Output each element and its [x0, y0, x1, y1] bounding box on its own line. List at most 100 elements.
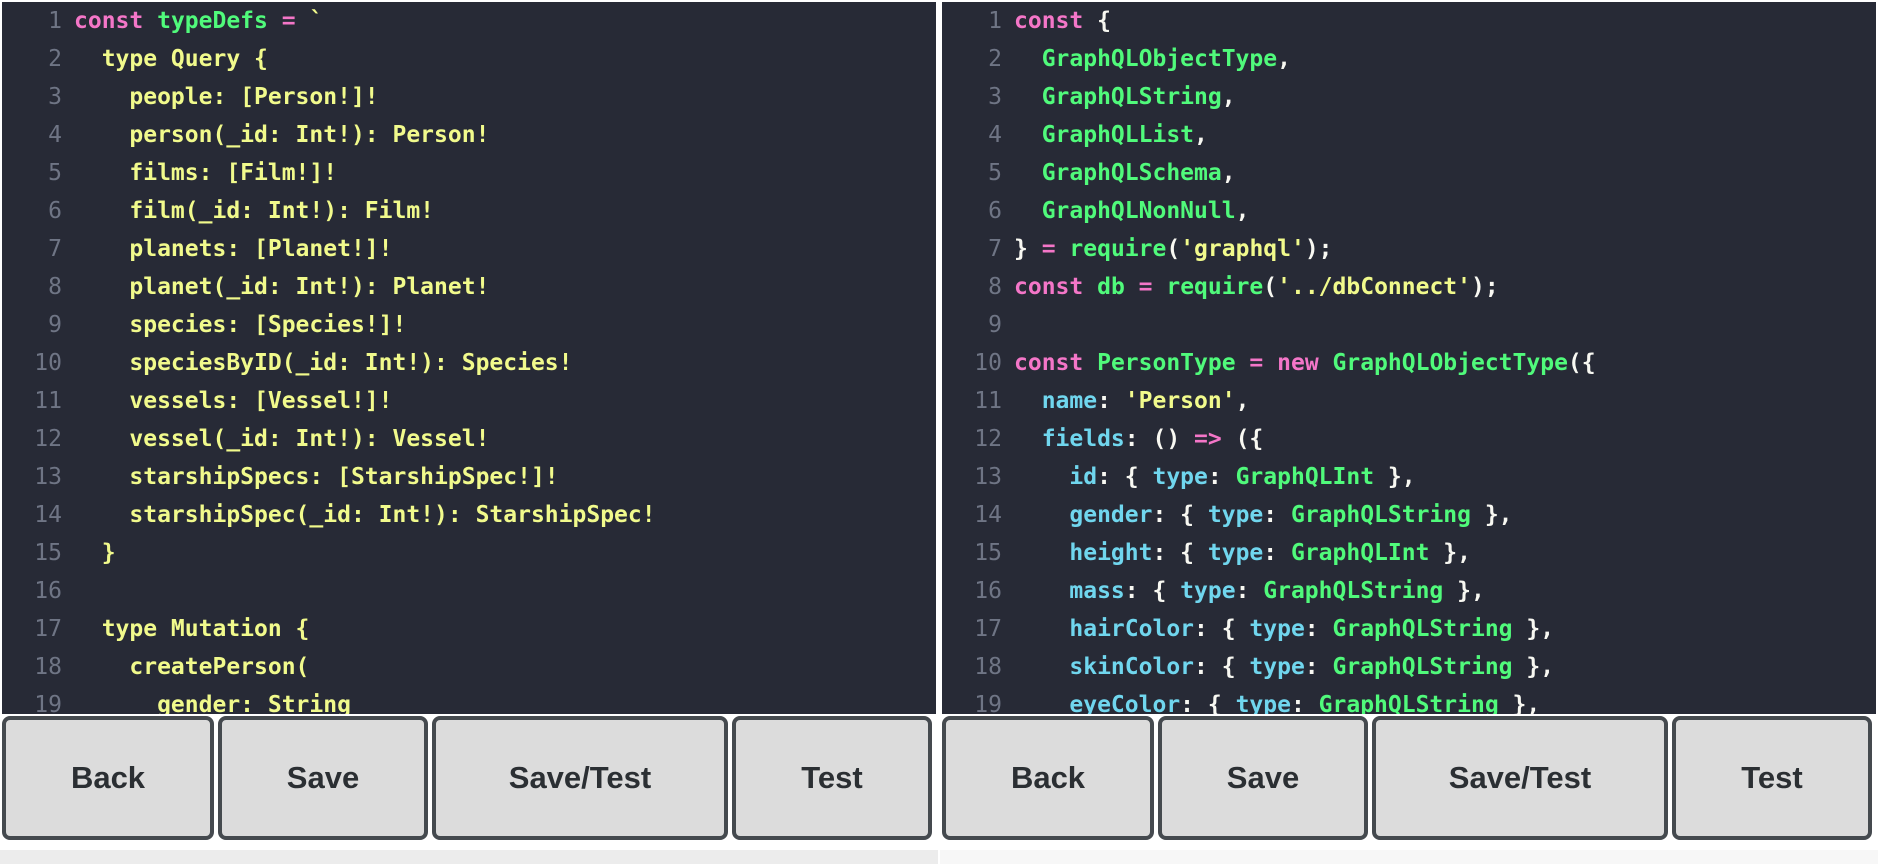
code-token: type — [1207, 502, 1264, 528]
code-line: 8 planet(_id: Int!): Planet! — [2, 268, 936, 306]
code-token: GraphQLString — [1332, 616, 1513, 642]
code-text: GraphQLList, — [1002, 116, 1208, 154]
code-text: GraphQLSchema, — [1002, 154, 1236, 192]
code-text: speciesByID(_id: Int!): Species! — [62, 344, 572, 382]
line-number: 6 — [48, 198, 62, 224]
left-test-button[interactable]: Test — [732, 716, 932, 840]
line-number: 10 — [974, 350, 1002, 376]
code-token: type Mutation { — [74, 616, 310, 642]
right-save-test-button[interactable]: Save/Test — [1372, 716, 1668, 840]
code-line: 12 vessel(_id: Int!): Vessel! — [2, 420, 936, 458]
line-number: 9 — [988, 312, 1002, 338]
line-number: 4 — [988, 122, 1002, 148]
code-token: , — [1194, 122, 1208, 148]
code-token: : — [1097, 388, 1125, 414]
code-token: gender: String — [74, 692, 351, 714]
code-token: planets: [Planet!]! — [74, 236, 393, 262]
code-line: 2 type Query { — [2, 40, 936, 78]
code-text: GraphQLString, — [1002, 78, 1236, 116]
line-number: 11 — [34, 388, 62, 414]
code-line: 16 — [2, 572, 936, 610]
line-number: 12 — [974, 426, 1002, 452]
code-text: createPerson( — [62, 648, 309, 686]
code-line: 5 GraphQLSchema, — [942, 154, 1876, 192]
code-token: film(_id: Int!): Film! — [74, 198, 435, 224]
code-token: const — [1014, 8, 1098, 34]
code-line: 16 mass: { type: GraphQLString }, — [942, 572, 1876, 610]
code-token: , — [1235, 198, 1250, 224]
code-token: => — [1194, 426, 1222, 452]
code-text: type Mutation { — [62, 610, 310, 648]
code-token: require — [1069, 236, 1167, 262]
code-line: 11 vessels: [Vessel!]! — [2, 382, 936, 420]
code-line: 7 planets: [Planet!]! — [2, 230, 936, 268]
code-text: skinColor: { type: GraphQLString }, — [1002, 648, 1554, 686]
right-code-editor[interactable]: 1 const {2 GraphQLObjectType, 3 GraphQLStr… — [942, 2, 1876, 714]
code-text: vessel(_id: Int!): Vessel! — [62, 420, 489, 458]
code-token: vessels: [Vessel!]! — [74, 388, 393, 414]
code-token: starshipSpecs: [StarshipSpec!]! — [74, 464, 559, 490]
line-number: 9 — [48, 312, 62, 338]
code-token: films: [Film!]! — [74, 160, 338, 186]
code-line: 19 gender: String — [2, 686, 936, 714]
code-token: , — [1277, 46, 1291, 72]
code-text: } = require('graphql'); — [1002, 230, 1333, 268]
code-token: type — [1235, 692, 1291, 714]
code-token: ); — [1471, 274, 1499, 300]
left-back-button[interactable]: Back — [2, 716, 214, 840]
code-token: }, — [1374, 464, 1416, 490]
code-token: require — [1166, 274, 1264, 300]
line-number: 13 — [974, 464, 1002, 490]
code-line: 14 gender: { type: GraphQLString }, — [942, 496, 1876, 534]
code-token: const — [74, 8, 158, 34]
code-token: const — [1014, 274, 1098, 300]
code-token: , — [1221, 160, 1236, 186]
right-pane: 1 const {2 GraphQLObjectType, 3 GraphQLStr… — [940, 0, 1878, 864]
line-number: 8 — [48, 274, 62, 300]
code-token: : — [1207, 464, 1236, 490]
code-text: id: { type: GraphQLInt }, — [1002, 458, 1416, 496]
code-text: species: [Species!]! — [62, 306, 406, 344]
code-line: 13 id: { type: GraphQLInt }, — [942, 458, 1876, 496]
code-token: ` — [309, 8, 324, 34]
code-token: ({ — [1221, 426, 1264, 452]
code-token: = — [1124, 274, 1167, 300]
code-token: '../dbConnect' — [1277, 274, 1472, 300]
right-test-button[interactable]: Test — [1672, 716, 1872, 840]
code-text: fields: () => ({ — [1002, 420, 1264, 458]
code-line: 15 } — [2, 534, 936, 572]
code-token: name — [1014, 388, 1098, 414]
left-save-test-button[interactable]: Save/Test — [432, 716, 728, 840]
line-number: 2 — [988, 46, 1002, 72]
code-line: 2 GraphQLObjectType, — [942, 40, 1876, 78]
left-save-button[interactable]: Save — [218, 716, 428, 840]
line-number: 3 — [988, 84, 1002, 110]
left-code-editor[interactable]: 1 const typeDefs = ` 2 type Query {3 peopl… — [2, 2, 936, 714]
code-token: 'graphql' — [1180, 236, 1305, 262]
right-back-button[interactable]: Back — [942, 716, 1154, 840]
right-toolbar: Back Save Save/Test Test — [940, 716, 1878, 842]
code-token: }, — [1443, 578, 1485, 604]
code-token: : — [1235, 578, 1264, 604]
code-line: 1 const typeDefs = ` — [2, 2, 936, 40]
code-token: : { — [1180, 692, 1236, 714]
line-number: 18 — [974, 654, 1002, 680]
line-number: 5 — [48, 160, 62, 186]
code-line: 1 const { — [942, 2, 1876, 40]
code-text: GraphQLObjectType, — [1002, 40, 1291, 78]
line-number: 7 — [48, 236, 62, 262]
code-text: const PersonType = new GraphQLObjectType… — [1002, 344, 1596, 382]
code-token: type — [1180, 578, 1236, 604]
code-token: type — [1152, 464, 1208, 490]
line-number: 6 — [988, 198, 1002, 224]
right-save-button[interactable]: Save — [1158, 716, 1368, 840]
code-text: eyeColor: { type: GraphQLString }, — [1002, 686, 1540, 714]
code-token: }, — [1498, 692, 1541, 714]
line-number: 16 — [34, 578, 62, 604]
code-line: 3 GraphQLString, — [942, 78, 1876, 116]
code-token: person(_id: Int!): Person! — [74, 122, 490, 148]
code-text: const { — [1002, 2, 1111, 40]
code-line: 15 height: { type: GraphQLInt }, — [942, 534, 1876, 572]
code-token: }, — [1470, 502, 1513, 528]
code-token: { — [1097, 8, 1111, 34]
